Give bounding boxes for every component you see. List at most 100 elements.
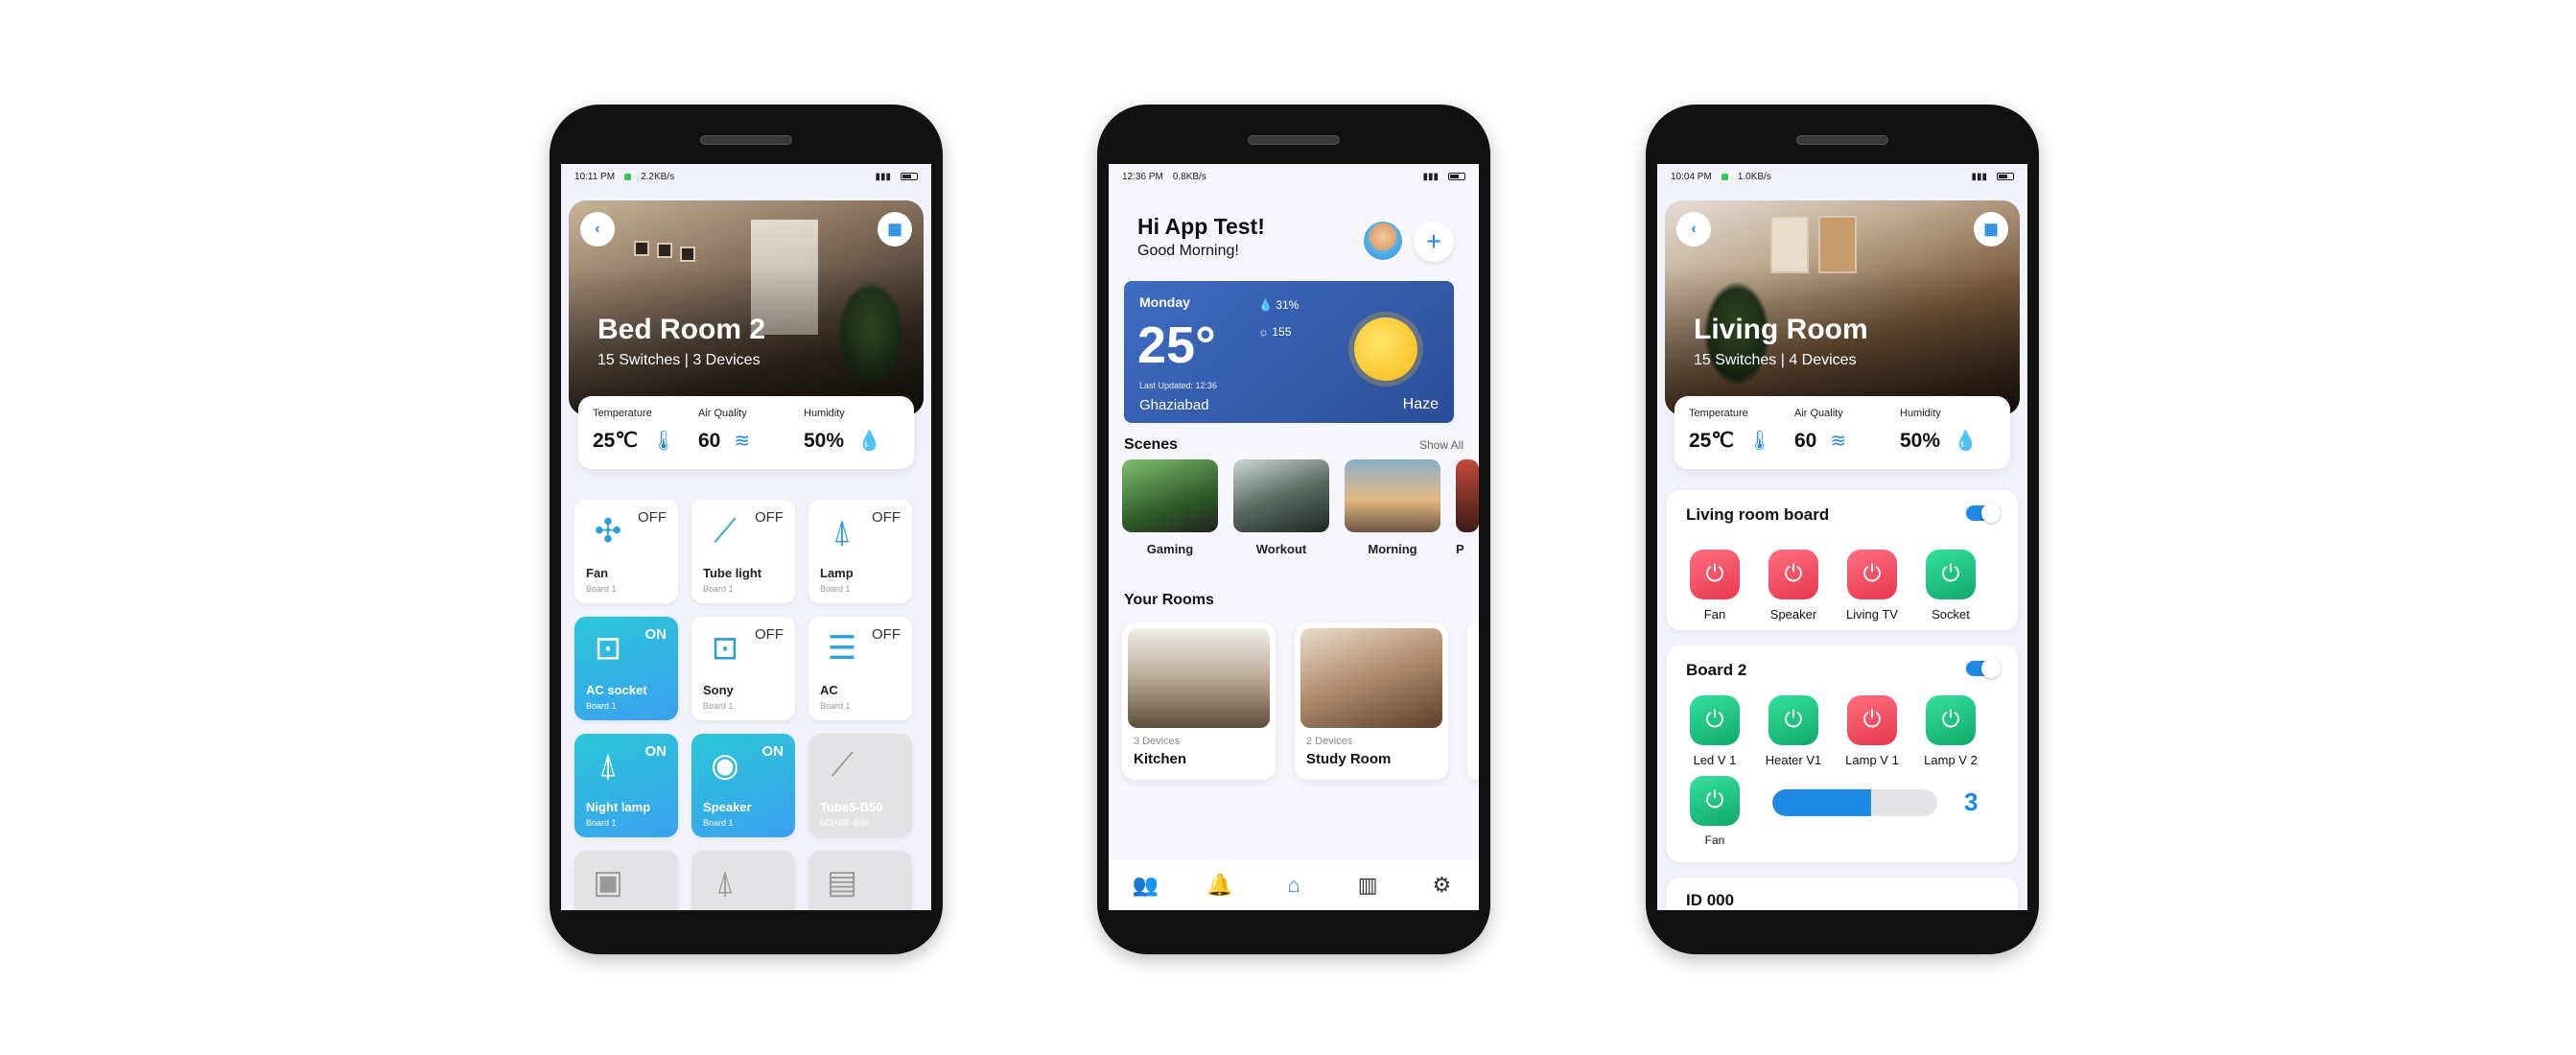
device-state: OFF xyxy=(638,509,667,526)
socket-icon: ⊡ xyxy=(594,630,622,667)
weather-temp: 25° xyxy=(1137,316,1216,374)
switch-living-tv[interactable]: ⏻ xyxy=(1847,550,1897,599)
device-tile-tube5[interactable]: ⟋ Tube5-B50 6CHWF-B50 xyxy=(808,734,912,837)
tube-light-icon: ⟋ xyxy=(831,746,854,784)
switch-label: Lamp V 1 xyxy=(1845,753,1899,767)
droplet-icon: 💧 xyxy=(1954,431,1978,452)
device-tile-speaker[interactable]: ◉ ON Speaker Board 1 xyxy=(691,734,795,837)
weather-updated: Last Updated: 12:36 xyxy=(1139,381,1218,390)
status-bar: 12:36 PM 0.8KB/s ▮▮▮ xyxy=(1109,164,1479,189)
switch-label: Led V 1 xyxy=(1693,753,1737,767)
room-title: Bed Room 2 xyxy=(597,314,766,345)
room-card-study[interactable]: 2 Devices Study Room xyxy=(1295,622,1448,780)
device-tile-ac[interactable]: ☰ OFF AC Board 1 xyxy=(808,617,912,720)
sensor-value: 60 xyxy=(1794,429,1817,452)
device-tile-ac-socket[interactable]: ⊡ ON AC socket Board 1 xyxy=(574,617,678,720)
weather-card[interactable]: Monday 25° 💧 31% ☼ 155 Last Updated: 12:… xyxy=(1124,281,1454,423)
sensor-card: Temperature 25℃ 🌡 Air Quality 60 ≋ Humidit… xyxy=(578,396,914,469)
bottom-nav: 👥 🔔 ⌂ ▥ ⚙ xyxy=(1109,860,1479,910)
switch-led-v1[interactable]: ⏻ xyxy=(1690,695,1740,745)
fan-speed-value: 3 xyxy=(1964,787,1979,816)
avatar[interactable] xyxy=(1362,220,1404,262)
switch-speaker[interactable]: ⏻ xyxy=(1768,550,1818,599)
device-tile-lamp[interactable]: ⍋ OFF Lamp Board 1 xyxy=(808,500,912,603)
humidity-value: 31% xyxy=(1276,298,1300,312)
sensor-air-quality: Air Quality 60 ≋ xyxy=(698,408,794,457)
sensor-label: Air Quality xyxy=(1794,408,1843,419)
room-devices: 2 Devices xyxy=(1306,736,1353,747)
stats-icon[interactable]: ▥ xyxy=(1353,871,1382,900)
users-icon[interactable]: 👥 xyxy=(1132,871,1160,900)
device-board: Board 1 xyxy=(586,701,617,711)
room-subtitle: 15 Switches | 3 Devices xyxy=(597,352,761,368)
sensor-value: 25℃ xyxy=(593,430,638,452)
sensor-label: Air Quality xyxy=(698,408,747,419)
bell-icon[interactable]: 🔔 xyxy=(1206,871,1234,900)
add-button[interactable]: + xyxy=(1414,222,1454,262)
switch-label: Fan xyxy=(1703,607,1726,621)
switch-lamp-v2[interactable]: ⏻ xyxy=(1926,695,1976,745)
weather-aqi: ☼ 155 xyxy=(1258,325,1291,339)
scene-morning[interactable] xyxy=(1345,459,1440,532)
scenes-title: Scenes xyxy=(1124,436,1179,453)
status-speed: 2.2KB/s xyxy=(641,171,675,182)
back-button[interactable]: ‹ xyxy=(580,212,615,246)
sensor-card: Temperature 25℃ 🌡 Air Quality 60 ≋ Humidit… xyxy=(1674,396,2010,469)
weather-city: Ghaziabad xyxy=(1139,397,1209,413)
sensor-value: 50% xyxy=(1900,429,1941,452)
room-card-partial[interactable] xyxy=(1467,622,1479,780)
switch-fan[interactable]: ⏻ xyxy=(1690,776,1740,826)
hero-shade xyxy=(1665,200,2020,415)
device-tile-fan[interactable]: ✣ OFF Fan Board 1 xyxy=(574,500,678,603)
home-icon[interactable]: ⌂ xyxy=(1279,871,1308,900)
scene-label: Workout xyxy=(1255,542,1307,556)
phone-home: 12:36 PM 0.8KB/s ▮▮▮ Hi App Test! Good M… xyxy=(1097,105,1490,954)
room-hero: ‹ ▦ Bed Room 2 15 Switches | 3 Devices xyxy=(569,200,924,415)
room-card-kitchen[interactable]: 3 Devices Kitchen xyxy=(1122,622,1276,780)
sensor-air-quality: Air Quality 60 ≋ xyxy=(1794,408,1890,457)
sensor-label: Humidity xyxy=(804,408,845,419)
board-title: Board 2 xyxy=(1686,661,1747,679)
scene-label: Gaming xyxy=(1146,542,1194,556)
board-toggle[interactable] xyxy=(1966,659,2001,678)
phone-speaker xyxy=(700,135,792,145)
scene-gaming[interactable] xyxy=(1122,459,1218,532)
screen-living: 10:04 PM 1.0KB/s ▮▮▮ ‹ ▦ Living Room 15 … xyxy=(1657,164,2027,910)
device-tile-tube-light[interactable]: ⟋ OFF Tube light Board 1 xyxy=(691,500,795,603)
device-tile-sony[interactable]: ⊡ OFF Sony Board 1 xyxy=(691,617,795,720)
scene-workout[interactable] xyxy=(1233,459,1329,532)
device-tile-pendant-lamp[interactable]: ⍋ xyxy=(691,851,795,910)
night-lamp-icon: ⍋ xyxy=(597,746,619,784)
fan-speed-fill xyxy=(1772,789,1872,816)
signal-icon: ▮▮▮ xyxy=(875,171,891,182)
sensor-label: Temperature xyxy=(1689,408,1748,419)
device-tile-night-lamp[interactable]: ⍋ ON Night lamp Board 1 xyxy=(574,734,678,837)
battery-icon xyxy=(1448,173,1465,180)
show-all-link[interactable]: Show All xyxy=(1419,438,1464,452)
screen-bedroom: 10:11 PM 2.2KB/s ▮▮▮ ‹ ▦ Bed Room 2 15 S… xyxy=(561,164,931,910)
status-time: 10:11 PM xyxy=(574,171,616,182)
switch-socket[interactable]: ⏻ xyxy=(1926,550,1976,599)
device-name: Tube5-B50 xyxy=(820,800,883,814)
device-tile-fridge[interactable]: ▤ xyxy=(808,851,912,910)
device-board: Board 1 xyxy=(820,701,851,711)
switch-heater-v1[interactable]: ⏻ xyxy=(1768,695,1818,745)
device-board: Board 1 xyxy=(703,701,734,711)
switch-lamp-v1[interactable]: ⏻ xyxy=(1847,695,1897,745)
device-name: Sony xyxy=(703,683,734,697)
ac-icon: ☰ xyxy=(827,630,857,667)
fan-speed-slider[interactable] xyxy=(1772,789,1937,816)
scene-partial[interactable] xyxy=(1456,459,1479,532)
speaker-icon: ◉ xyxy=(711,747,739,784)
microwave-icon: ▣ xyxy=(592,864,624,901)
grid-view-icon[interactable]: ▦ xyxy=(878,212,912,246)
back-button[interactable]: ‹ xyxy=(1676,212,1711,246)
board-living-room: Living room board ⏻ ⏻ ⏻ ⏻ Fan Speaker Li… xyxy=(1667,490,2018,630)
fan-icon: ✣ xyxy=(594,513,622,550)
gear-icon[interactable]: ⚙ xyxy=(1427,871,1456,900)
battery-icon xyxy=(1997,173,2014,180)
grid-view-icon[interactable]: ▦ xyxy=(1974,212,2008,246)
switch-fan[interactable]: ⏻ xyxy=(1690,550,1740,599)
device-tile-microwave[interactable]: ▣ xyxy=(574,851,678,910)
board-toggle[interactable] xyxy=(1966,504,2001,523)
